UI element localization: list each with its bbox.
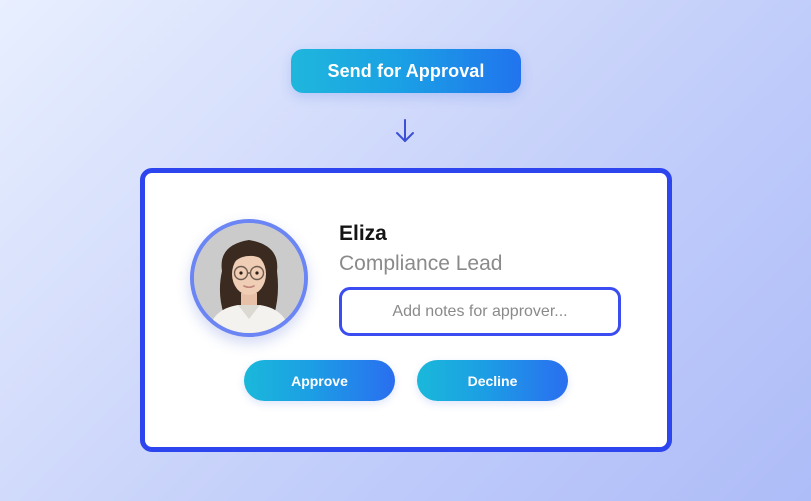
notes-input[interactable] <box>339 287 621 336</box>
decline-button[interactable]: Decline <box>417 360 568 401</box>
avatar <box>190 219 308 337</box>
arrow-down-icon <box>396 119 414 142</box>
approver-name: Eliza <box>339 222 387 245</box>
profile-photo <box>194 223 304 333</box>
approve-button[interactable]: Approve <box>244 360 395 401</box>
send-for-approval-button[interactable]: Send for Approval <box>291 49 521 93</box>
approver-role: Compliance Lead <box>339 252 503 275</box>
